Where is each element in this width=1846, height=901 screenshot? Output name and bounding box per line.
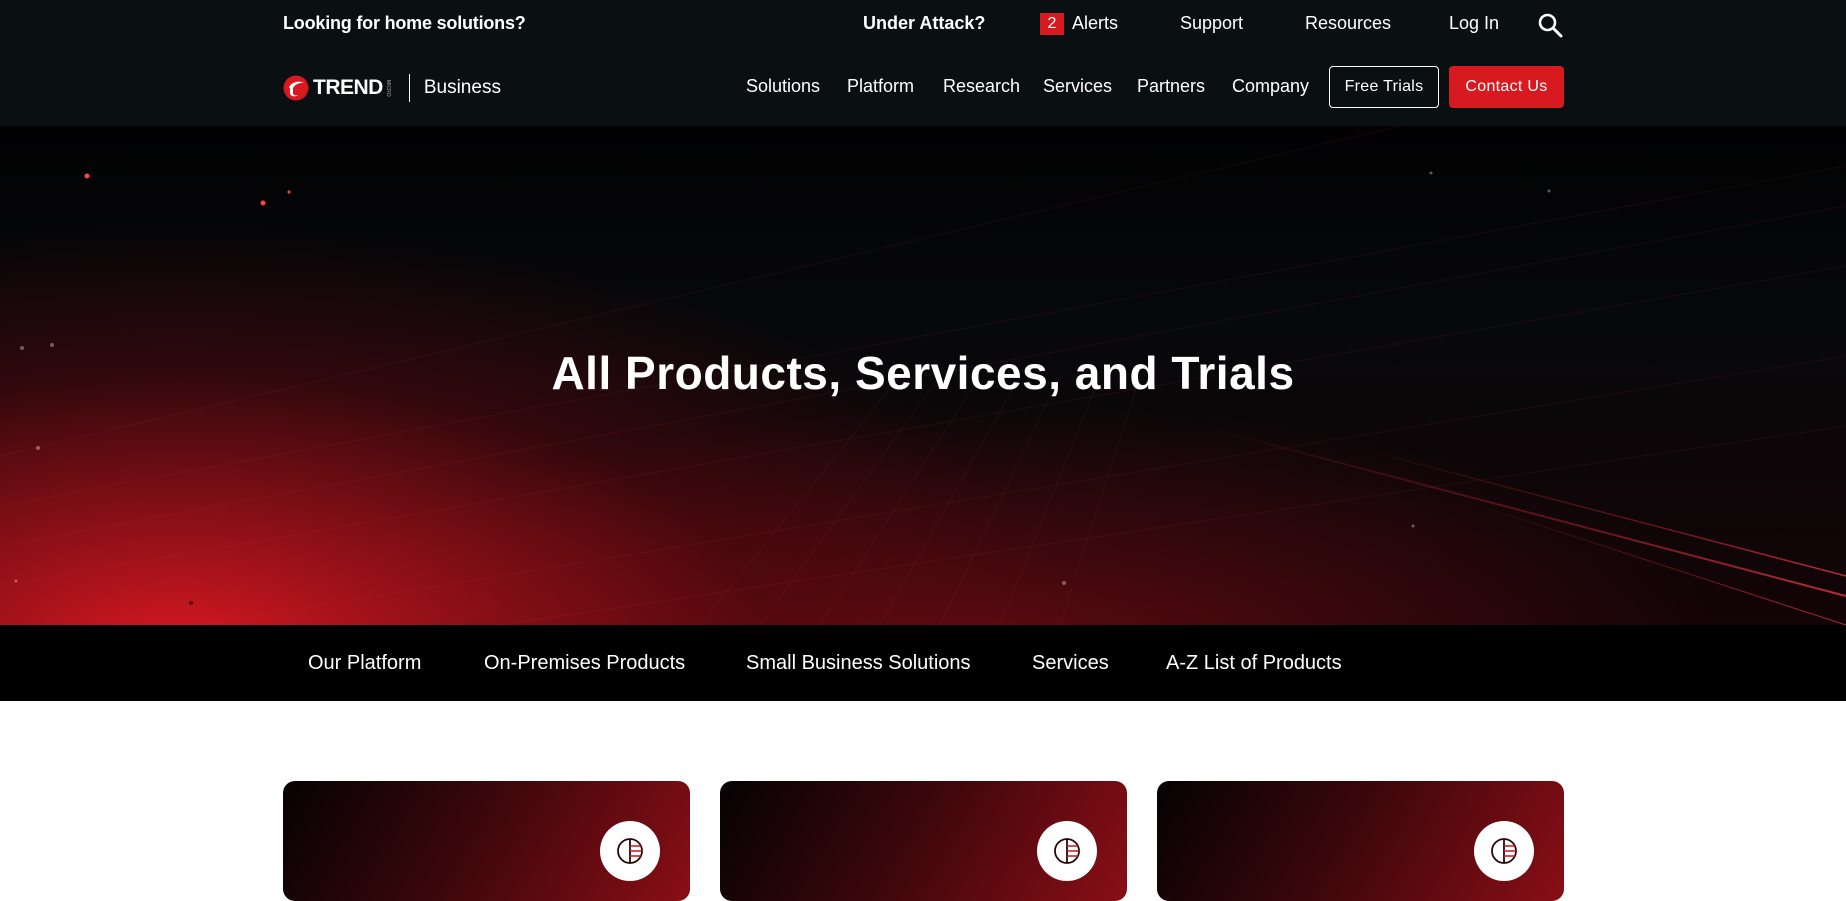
free-trials-button[interactable]: Free Trials xyxy=(1329,66,1439,108)
business-label: Business xyxy=(423,77,501,98)
logo-divider xyxy=(408,74,410,102)
product-card[interactable] xyxy=(720,781,1127,901)
alerts-label: Alerts xyxy=(1072,13,1119,33)
subnav-services[interactable]: Services xyxy=(1032,652,1109,675)
subnav-a-z-list[interactable]: A-Z List of Products xyxy=(1166,652,1342,675)
nav-partners[interactable]: Partners xyxy=(1137,76,1205,97)
nav-platform[interactable]: Platform xyxy=(847,76,914,97)
hero-banner: All Products, Services, and Trials xyxy=(0,126,1846,625)
login-link[interactable]: Log In xyxy=(1449,13,1499,34)
nav-company[interactable]: Company xyxy=(1232,76,1309,97)
alerts-count-badge: 2 xyxy=(1040,13,1064,35)
logo-wordmark: TREND xyxy=(313,76,383,99)
utility-bar: Looking for home solutions? Under Attack… xyxy=(0,0,1846,50)
resources-link[interactable]: Resources xyxy=(1305,13,1391,34)
subnav-our-platform[interactable]: Our Platform xyxy=(308,652,421,675)
trend-micro-logo[interactable]: TREND MICRO Business xyxy=(283,70,501,106)
logo-micro-text: MICRO xyxy=(384,79,391,97)
nav-research[interactable]: Research xyxy=(943,76,1020,97)
card-icon-badge xyxy=(1474,821,1534,881)
platform-icon xyxy=(1491,838,1517,864)
trend-micro-mark-icon xyxy=(283,75,309,101)
product-card[interactable] xyxy=(1157,781,1564,901)
card-icon-badge xyxy=(1037,821,1097,881)
card-icon-badge xyxy=(600,821,660,881)
home-solutions-link[interactable]: Looking for home solutions? xyxy=(283,13,526,34)
product-card[interactable] xyxy=(283,781,690,901)
platform-icon xyxy=(1054,838,1080,864)
subnav-on-premises-products[interactable]: On-Premises Products xyxy=(484,652,685,675)
nav-solutions[interactable]: Solutions xyxy=(746,76,820,97)
subnav-small-business-solutions[interactable]: Small Business Solutions xyxy=(746,652,971,675)
page-title: All Products, Services, and Trials xyxy=(551,347,1295,399)
platform-icon xyxy=(617,838,643,864)
support-link[interactable]: Support xyxy=(1180,13,1243,34)
main-navigation: TREND MICRO Business Solutions Platform … xyxy=(0,50,1846,126)
under-attack-link[interactable]: Under Attack? xyxy=(863,13,985,34)
alerts-link[interactable]: 2 Alerts xyxy=(1040,13,1118,35)
search-icon[interactable] xyxy=(1537,12,1563,38)
nav-services[interactable]: Services xyxy=(1043,76,1112,97)
section-navigation: Our Platform On-Premises Products Small … xyxy=(0,625,1846,701)
contact-us-button[interactable]: Contact Us xyxy=(1449,66,1564,108)
